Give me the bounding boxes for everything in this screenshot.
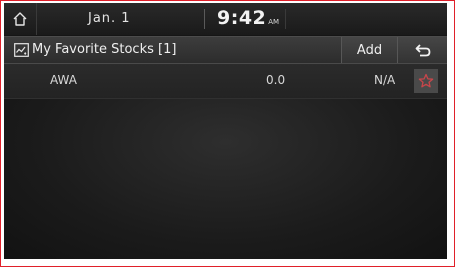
stock-value: 0.0: [266, 73, 286, 87]
add-button[interactable]: Add: [341, 37, 397, 63]
home-button[interactable]: [4, 3, 37, 35]
favorite-toggle-button[interactable]: [414, 69, 438, 93]
stock-name: AWA: [50, 73, 77, 87]
back-arrow-icon: [415, 43, 431, 56]
status-divider-right: [285, 9, 286, 29]
date-text: Jan. 1: [88, 11, 131, 26]
stock-change: N/A: [374, 73, 396, 87]
status-bar: Jan. 1 9:42 AM: [4, 3, 447, 35]
clock: 9:42 AM: [217, 7, 279, 29]
screenshot-frame: Jan. 1 9:42 AM My Favorite Stocks [1] Ad…: [0, 0, 455, 267]
title-bar: My Favorite Stocks [1] Add: [4, 36, 447, 64]
stock-list-icon: [14, 43, 29, 57]
status-divider: [204, 9, 205, 29]
time-text: 9:42: [217, 7, 267, 29]
star-outline-icon: [418, 73, 434, 88]
stock-list: AWA 0.0 N/A: [4, 64, 447, 259]
stock-row[interactable]: AWA 0.0 N/A: [4, 64, 447, 99]
ampm-text: AM: [268, 18, 280, 26]
home-icon: [13, 12, 27, 26]
head-unit-screen: Jan. 1 9:42 AM My Favorite Stocks [1] Ad…: [4, 3, 447, 259]
back-button[interactable]: [397, 37, 447, 63]
page-title: My Favorite Stocks [1]: [32, 42, 177, 57]
